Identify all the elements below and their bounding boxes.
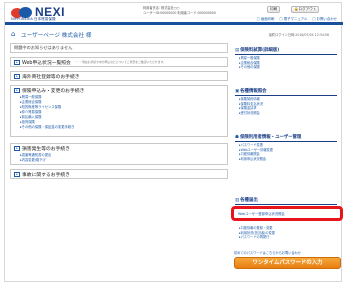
- web-apply-note: ・・・現在お手続き中の申込などについてご状況をご確認いただけます。: [73, 60, 166, 64]
- user-info: 利用者氏名: 株式会社○○ ユーザーID:00000000 利用者コード:000…: [143, 6, 216, 15]
- page-title: ユーザーページ 株式会社 様: [21, 33, 92, 39]
- header-links: □ 画面印刷 □ 電子マニュアル □ お問い合わせ: [257, 16, 337, 21]
- document-icon: ▸: [14, 87, 20, 93]
- after-box[interactable]: ▸ 事故に関するお手続き: [10, 169, 228, 179]
- claim-item[interactable]: 内容変更/取下げ: [20, 158, 227, 163]
- notifications-list-section: 口座情報の登録・変更 利用状況(担当者)の変更 パスワードの再発行: [235, 225, 337, 240]
- user-icon: ☗: [235, 135, 239, 140]
- claim-box: ▸ 損害発生等のお手続き 損害等通知書の提出 内容変更/取下げ: [10, 143, 228, 165]
- notice-text: 問題中のお知らせはありません: [14, 45, 73, 50]
- insurance-item[interactable]: その他の保険・保証金の変更手続き: [20, 125, 227, 130]
- user-management-head: 保険利用者情報・ユーザー管理: [239, 135, 302, 140]
- notification-item[interactable]: パスワードの再発行: [239, 235, 337, 240]
- search-icon: ▣: [235, 89, 240, 94]
- document-icon: ▸: [14, 73, 20, 79]
- logout-label: ログアウト: [298, 7, 317, 11]
- calculator-icon: ▤: [235, 48, 240, 53]
- user-management-item[interactable]: 利用申込状況照会: [239, 157, 337, 162]
- info-inquiry-item[interactable]: 受付状況照会: [239, 111, 337, 116]
- home-icon[interactable]: ⌂: [11, 30, 15, 38]
- claim-list: 損害等通知書の提出 内容変更/取下げ: [11, 152, 227, 163]
- document-icon: ▸: [14, 59, 20, 65]
- last-login: 最終ログイン日時:2018/07/04 12:34:56: [268, 33, 329, 37]
- premium-calc-section: ▤保険料試算(詳細版) 貿易一般保険 企業総合保険 その他の保険: [235, 47, 337, 70]
- web-apply-box[interactable]: ▸ Web申込状況一覧照会 ・・・現在お手続き中の申込などについてご状況をご確認…: [10, 57, 228, 67]
- insurance-list: 貿易一般保険 企業総合保険 知的財産等ライセンス保険 仲介貿易保険 前払輸入保険…: [11, 94, 227, 130]
- overseas-box[interactable]: ▸ 海外商社登録等のお手続き: [10, 71, 228, 81]
- claim-title: 損害発生等のお手続き: [22, 146, 70, 152]
- contact-link[interactable]: □ お問い合わせ: [312, 16, 337, 21]
- web-user-registration-link[interactable]: Webユーザー登録申込状況照会: [238, 211, 285, 216]
- user-management-section: ☗保険利用者情報・ユーザー管理 パスワード変更 Webユーザー情報変更 口座情報…: [235, 134, 337, 161]
- insurance-title: 保険申込み・変更のお手続き: [22, 88, 85, 94]
- browser-frame: NEXI NIPPONEXIA 日本貿易保険 利用者氏名: 株式会社○○ ユーザ…: [4, 2, 343, 282]
- premium-calc-head: 保険料試算(詳細版): [240, 48, 280, 53]
- user-info-line2: ユーザーID:00000000 利用者コード:000000000: [143, 10, 216, 15]
- brand-subtitle: NIPPONEXIA 日本貿易保険: [11, 17, 56, 21]
- document-icon: ▸: [14, 145, 20, 151]
- logout-button[interactable]: 🔒ログアウト: [291, 6, 320, 13]
- info-inquiry-head: 各種情報照会: [240, 89, 267, 94]
- notification-icon: ▥: [235, 198, 240, 203]
- breadcrumb: ⌂ ユーザーページ 株式会社 様 最終ログイン日時:2018/07/04 12:…: [9, 30, 339, 39]
- notice-box: 問題中のお知らせはありません: [10, 43, 228, 53]
- notifications-section: ▥各種届出: [235, 197, 337, 205]
- site-header: NEXI NIPPONEXIA 日本貿易保険 利用者氏名: 株式会社○○ ユーザ…: [5, 3, 343, 25]
- info-inquiry-section: ▣各種情報照会 保険契約情報 保険料支払状況 保険金請求 受付状況照会: [235, 88, 337, 115]
- web-apply-title: Web申込状況一覧照会: [22, 60, 71, 66]
- after-title: 事故に関するお手続き: [22, 172, 70, 178]
- premium-calc-item[interactable]: その他の保険: [239, 65, 337, 70]
- insurance-box: ▸ 保険申込み・変更のお手続き 貿易一般保険 企業総合保険 知的財産等ライセンス…: [10, 85, 228, 137]
- notifications-head: 各種届出: [240, 198, 258, 203]
- print-screen-link[interactable]: □ 画面印刷: [257, 16, 275, 21]
- manual-link[interactable]: □ 電子マニュアル: [279, 16, 307, 21]
- print-button[interactable]: 印刷: [267, 6, 281, 13]
- document-icon: ▸: [14, 171, 20, 177]
- overseas-title: 海外商社登録等のお手続き: [22, 74, 80, 80]
- help-text[interactable]: 初めてのパスワードはこちらからお問い合わせ: [234, 250, 301, 255]
- onetime-password-button[interactable]: ワンタイムパスワードの入力: [234, 257, 341, 269]
